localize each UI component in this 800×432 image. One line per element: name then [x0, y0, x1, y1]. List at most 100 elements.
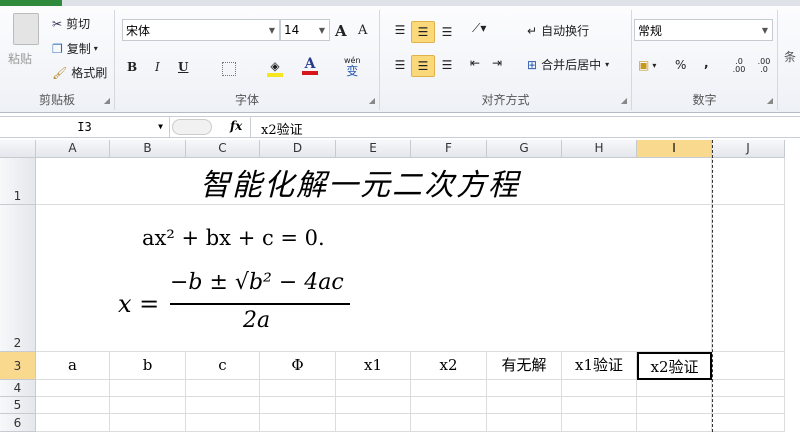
font-name-select[interactable]: 宋体 ▼	[122, 19, 280, 41]
row-header-1[interactable]: 1	[0, 158, 36, 205]
cell-B6[interactable]	[110, 414, 186, 432]
cell-G3[interactable]: 有无解	[487, 352, 562, 380]
cell-F6[interactable]	[411, 414, 487, 432]
grow-font-button[interactable]: A	[335, 22, 347, 40]
cell-A5[interactable]	[36, 397, 110, 414]
cell-F3[interactable]: x2	[411, 352, 487, 380]
row-header-5[interactable]: 5	[0, 397, 36, 414]
align-left-button[interactable]: ☰	[390, 56, 410, 74]
row-header-4[interactable]: 4	[0, 380, 36, 397]
cell-H5[interactable]	[562, 397, 637, 414]
column-header-H[interactable]: H	[562, 140, 637, 158]
formula-bar-resize-handle[interactable]	[172, 119, 212, 135]
cell-F5[interactable]	[411, 397, 487, 414]
cell-D3[interactable]: Φ	[260, 352, 336, 380]
column-header-E[interactable]: E	[336, 140, 411, 158]
wrap-text-button[interactable]: ↵ 自动换行	[527, 22, 589, 39]
align-right-button[interactable]: ☰	[437, 56, 457, 74]
border-button[interactable]	[222, 62, 236, 76]
cell-H6[interactable]	[562, 414, 637, 432]
dialog-launcher-icon[interactable]: ◢	[369, 96, 375, 105]
row-header-2[interactable]: 2	[0, 205, 36, 352]
format-painter-button[interactable]: 🖌 格式刷	[52, 64, 107, 81]
column-header-D[interactable]: D	[260, 140, 336, 158]
column-header-F[interactable]: F	[411, 140, 487, 158]
cell-I5[interactable]	[637, 397, 712, 414]
align-bottom-button[interactable]: ☰	[437, 23, 457, 41]
phonetic-button[interactable]: wén 变	[344, 56, 361, 77]
bold-button[interactable]: B	[127, 60, 137, 74]
align-center-button[interactable]: ☰	[411, 55, 435, 77]
cell-I4[interactable]	[637, 380, 712, 397]
cell-G6[interactable]	[487, 414, 562, 432]
cell-G5[interactable]	[487, 397, 562, 414]
column-header-A[interactable]: A	[36, 140, 110, 158]
cell-B5[interactable]	[110, 397, 186, 414]
cell-A6[interactable]	[36, 414, 110, 432]
percent-button[interactable]: %	[675, 58, 686, 72]
copy-button[interactable]: ❐ 复制 ▾	[52, 40, 98, 57]
cell-D4[interactable]	[260, 380, 336, 397]
font-size-select[interactable]: 14 ▼	[280, 19, 330, 41]
comma-button[interactable]: ,	[704, 56, 709, 70]
column-header-G[interactable]: G	[487, 140, 562, 158]
cell-E6[interactable]	[336, 414, 411, 432]
currency-button[interactable]: ▣ ▾	[638, 58, 656, 72]
italic-button[interactable]: I	[155, 60, 160, 74]
number-format-select[interactable]: 常规 ▼	[634, 19, 773, 41]
underline-button[interactable]: U	[178, 60, 188, 74]
cell-B3[interactable]: b	[110, 352, 186, 380]
cell-H3[interactable]: x1验证	[562, 352, 637, 380]
conditional-format-button[interactable]: 条	[784, 48, 796, 65]
cell-A3[interactable]: a	[36, 352, 110, 380]
fill-color-button[interactable]: ◈	[267, 59, 283, 77]
cell-J2[interactable]	[712, 205, 785, 352]
merged-cell-row2[interactable]	[36, 205, 712, 352]
cell-I6[interactable]	[637, 414, 712, 432]
increase-indent-button[interactable]: ⇥	[492, 56, 502, 70]
cell-F4[interactable]	[411, 380, 487, 397]
column-header-B[interactable]: B	[110, 140, 186, 158]
cell-C5[interactable]	[186, 397, 260, 414]
cell-D5[interactable]	[260, 397, 336, 414]
insert-function-button[interactable]: fx	[230, 119, 242, 133]
select-all-button[interactable]	[0, 140, 36, 158]
cell-E3[interactable]: x1	[336, 352, 411, 380]
column-header-J[interactable]: J	[712, 140, 785, 158]
cell-E4[interactable]	[336, 380, 411, 397]
font-color-button[interactable]: A	[302, 57, 318, 75]
cell-C4[interactable]	[186, 380, 260, 397]
cell-D6[interactable]	[260, 414, 336, 432]
active-cell-I3[interactable]: x2验证	[637, 352, 712, 380]
cell-J4[interactable]	[712, 380, 785, 397]
cell-H4[interactable]	[562, 380, 637, 397]
file-tab[interactable]	[0, 0, 62, 6]
cell-C6[interactable]	[186, 414, 260, 432]
dialog-launcher-icon[interactable]: ◢	[621, 96, 627, 105]
merge-center-button[interactable]: ⊞ 合并后居中 ▾	[527, 56, 609, 73]
increase-decimal-button[interactable]: .0 .00	[728, 58, 750, 74]
row-header-3[interactable]: 3	[0, 352, 36, 380]
cell-G4[interactable]	[487, 380, 562, 397]
column-header-C[interactable]: C	[186, 140, 260, 158]
orientation-button[interactable]: ⟋▾	[472, 21, 486, 36]
cell-A4[interactable]	[36, 380, 110, 397]
shrink-font-button[interactable]: A	[358, 23, 367, 38]
cell-J5[interactable]	[712, 397, 785, 414]
paste-button[interactable]: 粘贴	[8, 50, 32, 67]
cell-J1[interactable]	[712, 158, 785, 205]
dialog-launcher-icon[interactable]: ◢	[104, 96, 110, 105]
cell-E5[interactable]	[336, 397, 411, 414]
column-header-I[interactable]: I	[637, 140, 712, 158]
row-header-6[interactable]: 6	[0, 414, 36, 432]
cell-C3[interactable]: c	[186, 352, 260, 380]
align-top-button[interactable]: ☰	[390, 21, 410, 39]
cut-button[interactable]: ✂ 剪切	[52, 15, 90, 32]
dialog-launcher-icon[interactable]: ◢	[767, 96, 773, 105]
cell-B4[interactable]	[110, 380, 186, 397]
align-middle-button[interactable]: ☰	[411, 21, 435, 43]
cell-J3[interactable]	[712, 352, 785, 380]
name-box[interactable]: I3 ▼	[0, 117, 170, 137]
decrease-indent-button[interactable]: ⇤	[470, 56, 480, 70]
formula-input[interactable]: x2验证	[261, 119, 303, 138]
